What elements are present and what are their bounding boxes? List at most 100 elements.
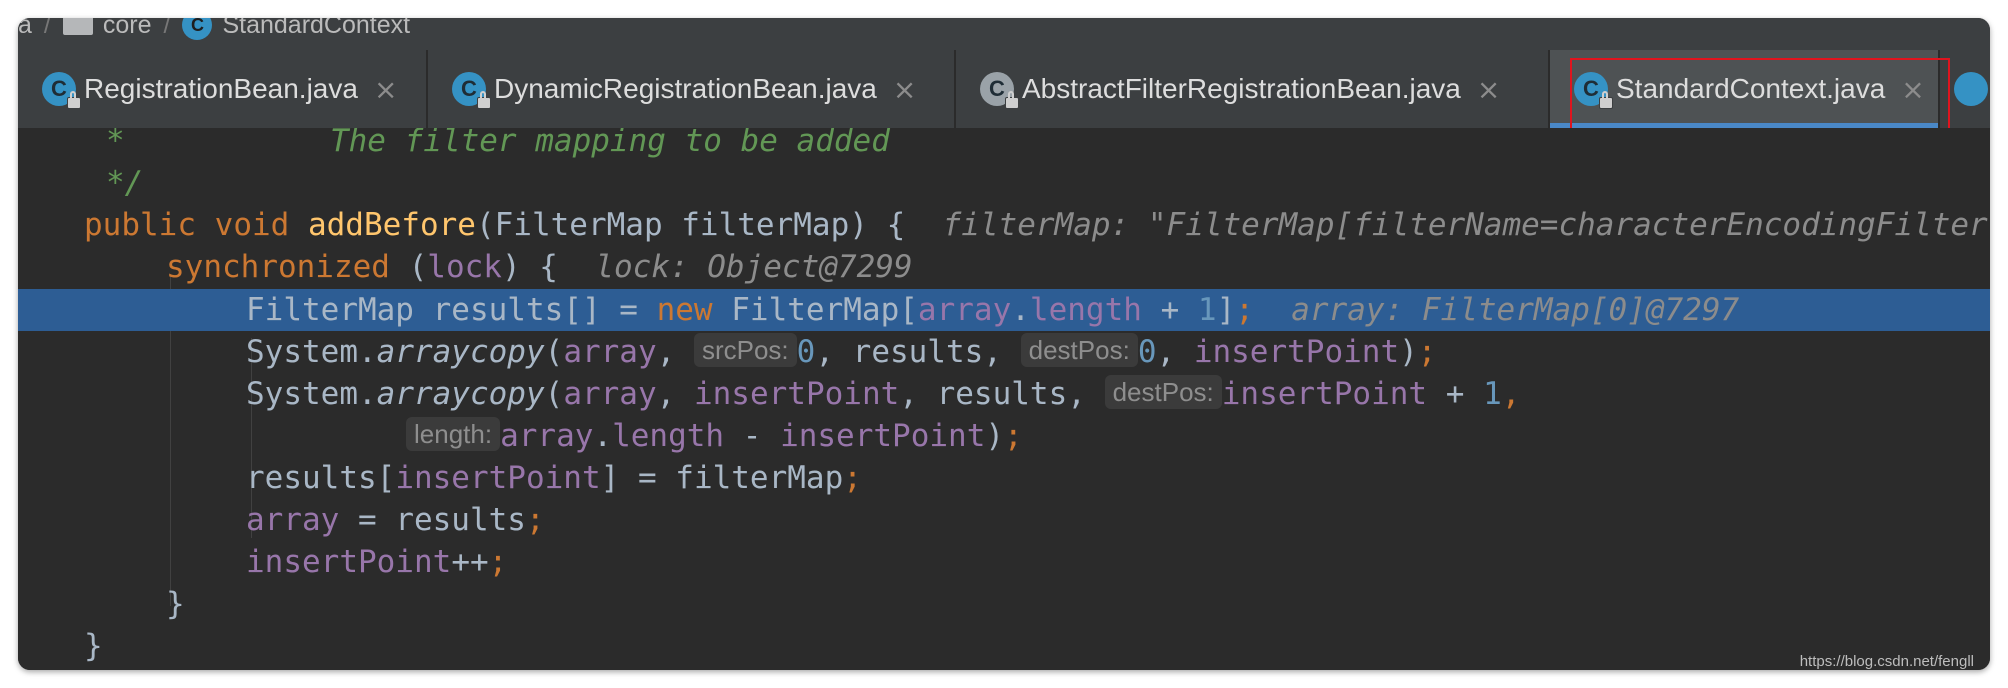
- code-text: -: [724, 418, 781, 454]
- number: 0: [1137, 334, 1157, 370]
- keyword: public: [84, 207, 196, 243]
- class-icon: [1954, 72, 1988, 106]
- semicolon: ;: [1004, 418, 1023, 454]
- close-icon[interactable]: ×: [1901, 73, 1924, 106]
- code-text: results[: [246, 460, 396, 496]
- semicolon: ;: [488, 544, 508, 580]
- code-editor[interactable]: * The filter mapping to be added */ publ…: [18, 128, 1990, 670]
- code-text: ): [1399, 334, 1418, 370]
- lock-icon: [67, 91, 81, 109]
- folder-icon: [62, 18, 93, 35]
- code-text: +: [1427, 376, 1484, 412]
- method-name: arraycopy: [376, 334, 545, 370]
- code-text: FilterMap[: [712, 292, 918, 328]
- parameter-hint: length:: [406, 417, 501, 451]
- code-text: ++: [451, 544, 489, 580]
- code-text: (: [544, 376, 564, 412]
- number: 1: [1197, 292, 1217, 328]
- field: array: [500, 418, 594, 454]
- number: 1: [1483, 376, 1502, 412]
- code-text: (: [544, 334, 564, 370]
- debug-inlay-value: array: FilterMap[0]@7297: [1291, 292, 1740, 328]
- close-icon[interactable]: ×: [893, 73, 916, 106]
- close-icon[interactable]: ×: [1477, 73, 1500, 106]
- lock-icon: [1599, 91, 1613, 109]
- tab-standard-context[interactable]: C StandardContext.java ×: [1550, 50, 1940, 128]
- code-line: */: [18, 162, 1990, 204]
- field: lock: [427, 249, 502, 285]
- code-text: +: [1141, 292, 1198, 328]
- keyword: new: [656, 292, 713, 328]
- field: array: [563, 376, 657, 412]
- code-text: ) {: [501, 249, 558, 285]
- tab-overflow[interactable]: [1940, 50, 1990, 128]
- tab-registration-bean[interactable]: C RegistrationBean.java ×: [18, 50, 428, 128]
- code-line: }: [18, 625, 1990, 667]
- parameter-hint: destPos:: [1104, 375, 1222, 409]
- field: insertPoint: [780, 418, 986, 454]
- code-text: ): [985, 418, 1005, 454]
- tab-label: StandardContext.java: [1616, 73, 1886, 104]
- keyword: synchronized: [166, 249, 390, 285]
- code-line: array = results;: [18, 499, 1990, 541]
- tab-dynamic-registration-bean[interactable]: C DynamicRegistrationBean.java ×: [428, 50, 956, 128]
- editor-tab-bar: C RegistrationBean.java × C DynamicRegis…: [18, 50, 1990, 129]
- breadcrumb: a / core / C StandardContext: [18, 18, 1990, 50]
- semicolon: ;: [1235, 292, 1254, 328]
- tab-label: DynamicRegistrationBean.java: [494, 73, 877, 104]
- field: array: [917, 292, 1012, 328]
- close-icon[interactable]: ×: [374, 73, 397, 106]
- keyword: void: [214, 207, 290, 243]
- field: insertPoint: [246, 544, 452, 580]
- breadcrumb-item[interactable]: StandardContext: [222, 18, 410, 40]
- comment: */: [106, 165, 144, 201]
- semicolon: ;: [843, 460, 862, 496]
- number: 0: [796, 334, 816, 370]
- class-icon: C: [452, 72, 491, 109]
- code-text: (: [389, 249, 428, 285]
- breadcrumb-item[interactable]: core: [103, 18, 152, 40]
- code-text: ]: [1216, 292, 1236, 328]
- method-name: arraycopy: [376, 376, 545, 412]
- ide-window: a / core / C StandardContext C Registrat…: [18, 18, 1990, 670]
- closing-brace: }: [84, 628, 103, 664]
- watermark: https://blog.csdn.net/fengll: [1799, 653, 1974, 670]
- tab-label: AbstractFilterRegistrationBean.java: [1022, 73, 1461, 104]
- breadcrumb-item[interactable]: a: [18, 18, 32, 40]
- parameter-hint: srcPos:: [693, 333, 797, 367]
- class-icon: C: [182, 18, 213, 40]
- current-execution-line: FilterMap results[] = new FilterMap[arra…: [18, 289, 1990, 331]
- semicolon: ;: [525, 502, 545, 538]
- semicolon: ;: [1417, 334, 1437, 370]
- code-line: synchronized (lock) { lock: Object@7299: [18, 246, 1990, 288]
- code-text: , results,: [899, 376, 1105, 412]
- code-text: System.: [246, 334, 377, 370]
- parameter-hint: destPos:: [1020, 333, 1138, 367]
- tab-label: RegistrationBean.java: [84, 73, 358, 104]
- debug-inlay-value: lock: Object@7299: [595, 249, 913, 285]
- abstract-class-icon: C: [980, 72, 1019, 109]
- code-text: (FilterMap filterMap) {: [475, 207, 906, 243]
- code-text: System.: [246, 376, 377, 412]
- code-line: results[insertPoint] = filterMap;: [18, 457, 1990, 499]
- code-line: System.arraycopy(array, srcPos: 0, result…: [18, 331, 1990, 373]
- class-icon: C: [42, 72, 81, 109]
- field: insertPoint: [1221, 376, 1428, 412]
- code-line: * The filter mapping to be added: [18, 128, 1990, 162]
- code-text: ,: [656, 334, 694, 370]
- closing-brace: }: [166, 586, 185, 622]
- class-icon: C: [1574, 72, 1613, 109]
- tab-abstract-filter-registration-bean[interactable]: C AbstractFilterRegistrationBean.java ×: [956, 50, 1550, 128]
- field: length: [612, 418, 725, 454]
- field: array: [246, 502, 340, 538]
- code-text: ,: [656, 376, 694, 412]
- breadcrumb-separator: /: [163, 18, 171, 39]
- code-line: insertPoint++;: [18, 541, 1990, 583]
- field: insertPoint: [395, 460, 601, 496]
- comment: * The filter mapping to be added: [106, 128, 890, 159]
- lock-icon: [477, 91, 491, 109]
- code-line: System.arraycopy(array, insertPoint, res…: [18, 373, 1990, 415]
- code-text: ] = filterMap: [600, 460, 844, 496]
- field: length: [1029, 292, 1142, 328]
- field: insertPoint: [693, 376, 900, 412]
